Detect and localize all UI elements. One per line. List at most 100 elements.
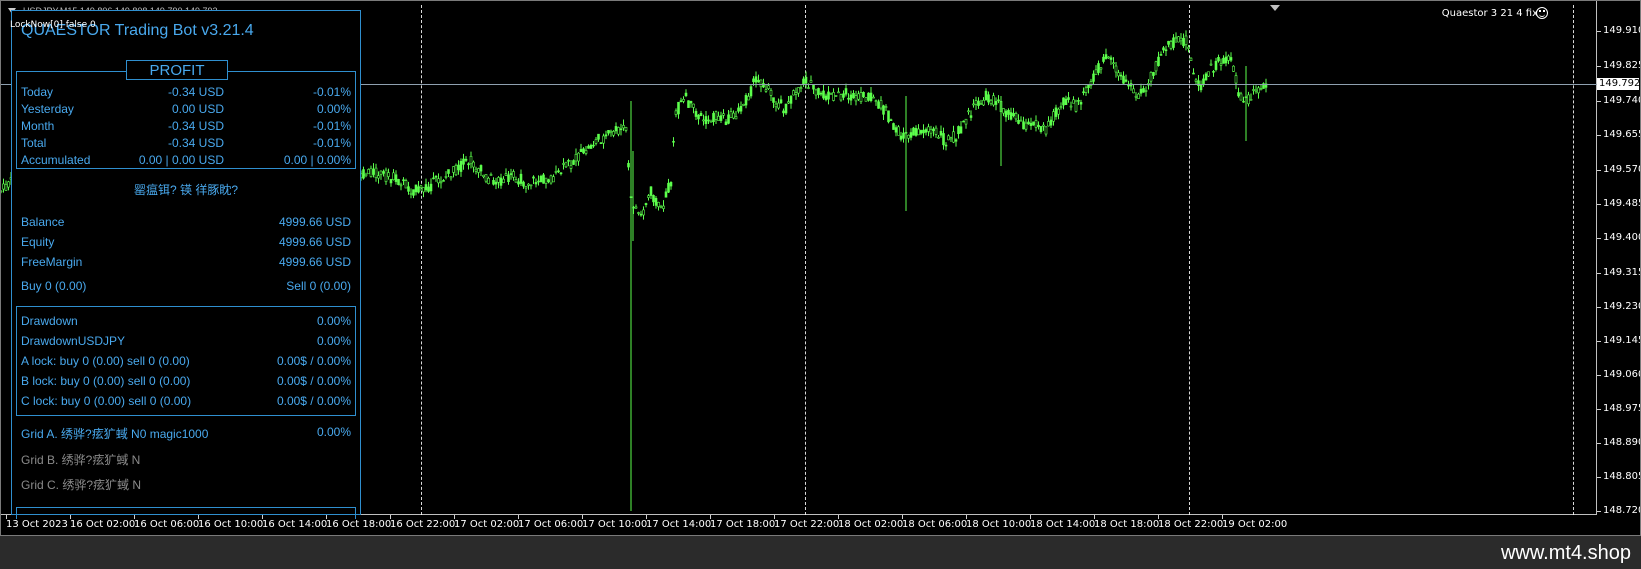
candle-body — [627, 162, 630, 168]
candle-body — [974, 100, 978, 105]
candle-body — [622, 125, 625, 129]
candle-body — [1259, 88, 1263, 90]
candle-body — [1109, 57, 1113, 60]
candle-body — [1114, 65, 1118, 73]
profit-row-accumulated: Accumulated 0.00 | 0.00 USD 0.00 | 0.00% — [21, 153, 351, 169]
price-tick-label: 149.145 — [1596, 335, 1640, 346]
candle-body — [517, 181, 520, 185]
candle-body — [1064, 98, 1068, 106]
candle-body — [479, 165, 483, 172]
candle-body — [1177, 36, 1180, 43]
candle-body — [819, 92, 823, 95]
candle-body — [827, 91, 830, 100]
profit-row-percent: 0.00 | 0.00% — [283, 153, 351, 167]
candle-body — [939, 130, 943, 136]
positions-row: Buy 0 (0.00) Sell 0 (0.00) — [21, 279, 351, 295]
candle-body — [809, 80, 813, 83]
candle-body — [399, 184, 403, 187]
candle-body — [619, 128, 623, 131]
time-tick-label: 18 Oct 14:00 — [1030, 515, 1096, 530]
candle-body — [637, 212, 640, 214]
candle-body — [947, 135, 950, 141]
candle-body — [564, 161, 568, 168]
profit-row-amount: -0.34 USD — [167, 119, 224, 133]
candle-body — [1204, 73, 1208, 81]
profit-row-total: Total -0.34 USD -0.01% — [21, 136, 351, 152]
candle-body — [847, 97, 850, 100]
candle-body — [449, 176, 453, 179]
candle-body — [459, 160, 463, 172]
status-text: 罂瘟铒? 锳 徉豚眈? — [133, 183, 239, 197]
grid-c-row: Grid C. 绣骅?痃犷蜮 N — [21, 476, 351, 492]
candle-body — [1092, 73, 1095, 82]
profit-row-label: Today — [21, 85, 54, 99]
candle-body — [749, 86, 753, 97]
candle-body — [1027, 121, 1030, 125]
candle-body — [729, 111, 733, 118]
candle-body — [444, 176, 448, 178]
candle-body — [1174, 36, 1178, 39]
candle-body — [934, 127, 938, 135]
profit-row-percent: -0.01% — [312, 85, 351, 99]
price-tick-label: 148.805 — [1596, 471, 1640, 482]
candle-body — [7, 181, 10, 188]
drawdown-row: Drawdown 0.00% — [21, 314, 351, 330]
candle-body — [1007, 109, 1010, 115]
candle-body — [982, 100, 985, 106]
time-tick-label: 17 Oct 06:00 — [518, 515, 584, 530]
candle-body — [1189, 57, 1193, 61]
candle-body — [1207, 71, 1210, 77]
candle-body — [854, 95, 858, 102]
profit-row-amount: -0.34 USD — [167, 136, 224, 150]
candle-body — [522, 181, 525, 187]
candle-body — [1104, 54, 1108, 59]
candle-body — [2, 183, 5, 190]
candle-body — [582, 148, 585, 154]
candle-body — [1017, 119, 1020, 124]
candle-body — [527, 183, 530, 186]
time-tick-label: 18 Oct 10:00 — [966, 515, 1032, 530]
candle-body — [879, 100, 883, 109]
price-tick-label: 148.720 — [1596, 505, 1640, 516]
candle-body — [754, 76, 758, 83]
candle-body — [1107, 56, 1110, 59]
candle-body — [379, 170, 383, 175]
time-tick-label: 16 Oct 02:00 — [70, 515, 136, 530]
candle-body — [4, 184, 8, 191]
candle-body — [992, 95, 995, 106]
candle-body — [1134, 95, 1138, 98]
candle-body — [472, 161, 475, 168]
candle-body — [512, 171, 515, 178]
price-tick-label: 149.400 — [1596, 232, 1640, 243]
candle-body — [494, 181, 498, 185]
candle-body — [439, 181, 443, 184]
candle-body — [624, 127, 628, 131]
chart-window[interactable]: USDJPY,M15 149.806 149.808 149.790 149.7… — [0, 0, 1641, 536]
candle-body — [649, 186, 653, 196]
candle-body — [769, 90, 773, 96]
expert-smiley-icon[interactable] — [1536, 7, 1548, 19]
candle-body — [724, 121, 728, 125]
candle-body — [454, 165, 458, 176]
time-tick-label: 17 Oct 02:00 — [454, 515, 520, 530]
a-lock-row: A lock: buy 0 (0.00) sell 0 (0.00) 0.00$… — [21, 354, 351, 370]
price-tick-label: 149.825 — [1596, 60, 1640, 71]
candle-body — [1102, 56, 1105, 62]
grid-b-row: Grid B. 绣骅?痃犷蜮 N — [21, 451, 351, 467]
drawdown-symbol-value: 0.00% — [316, 334, 351, 348]
candle-body — [794, 92, 798, 95]
candle-body — [1149, 72, 1153, 82]
candle-body — [807, 87, 810, 89]
candle-body — [772, 97, 775, 103]
candle-body — [1227, 55, 1230, 61]
candle-body — [844, 88, 848, 95]
bottom-group — [16, 507, 356, 519]
drawdown-symbol-row: DrawdownUSDJPY 0.00% — [21, 334, 351, 350]
candle-body — [1194, 79, 1198, 82]
candle-body — [617, 127, 620, 135]
expert-advisor-label: Quaestor 3 21 4 fix — [1441, 8, 1538, 19]
candle-body — [1019, 119, 1023, 122]
candle-body — [839, 94, 843, 101]
profit-row-yesterday: Yesterday 0.00 USD 0.00% — [21, 102, 351, 118]
candle-body — [504, 173, 508, 176]
